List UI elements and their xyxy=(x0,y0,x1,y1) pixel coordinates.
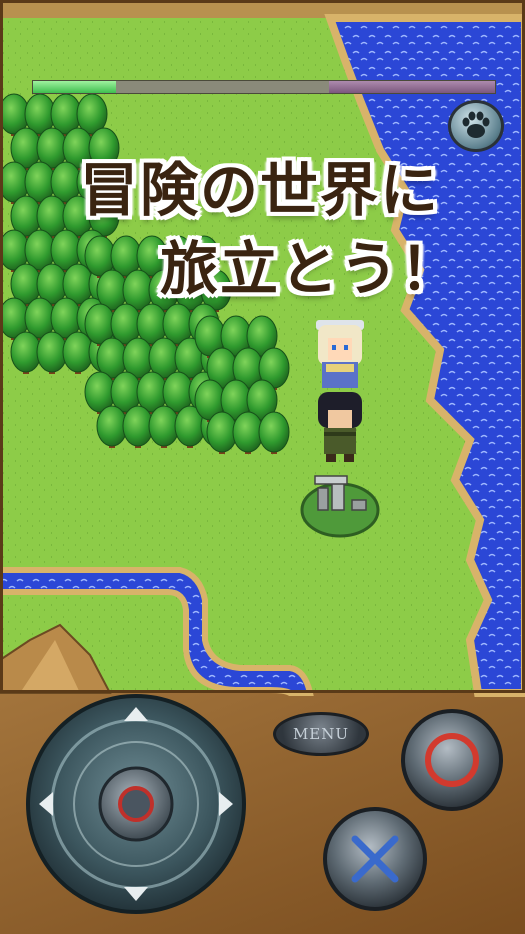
confirm-button[interactable] xyxy=(400,708,504,812)
game-screen: 冒険の世界に 旅立とう！ MENU xyxy=(0,0,525,934)
menu-button[interactable]: MENU xyxy=(273,712,369,756)
paw-button[interactable] xyxy=(448,100,504,152)
banner-title-line-2: 旅立とう！ xyxy=(160,235,461,303)
progress-fill xyxy=(33,81,117,93)
progress-bar-secondary xyxy=(328,81,495,93)
party-member-sprite xyxy=(318,392,362,462)
party-leader-sprite xyxy=(316,320,364,388)
paw-icon xyxy=(462,111,490,138)
directional-pad[interactable] xyxy=(25,693,247,915)
cancel-button[interactable] xyxy=(322,806,428,912)
banner-title-line-1: 冒険の世界に xyxy=(80,156,441,224)
progress-bar xyxy=(32,80,496,94)
